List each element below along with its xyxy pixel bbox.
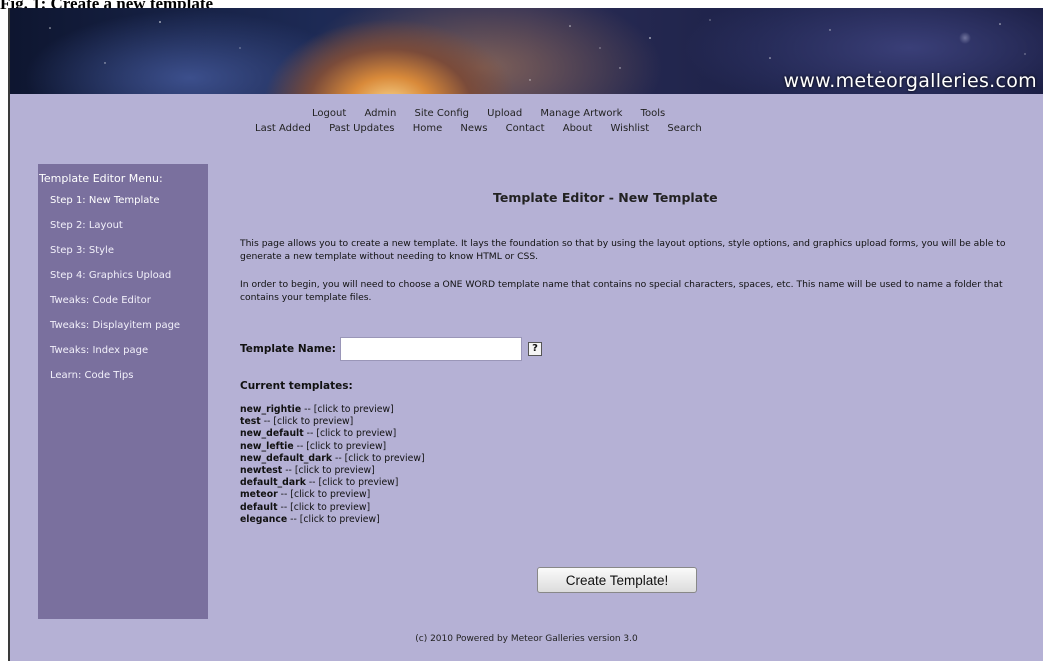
template-editor-sidebar: Template Editor Menu: Step 1: New Templa… [38,164,208,619]
preview-link[interactable]: -- [click to preview] [332,453,425,464]
list-item: newtest -- [click to preview] [240,465,425,477]
template-name: newtest [240,465,283,477]
sidebar-title: Template Editor Menu: [39,172,163,185]
sidebar-item-style[interactable]: Step 3: Style [38,243,208,268]
intro-paragraph: This page allows you to create a new tem… [240,238,1006,262]
template-name: meteor [240,489,278,501]
preview-link[interactable]: -- [click to preview] [278,502,370,513]
template-name-row: Template Name: ? [240,337,542,361]
template-name: elegance [240,513,288,525]
preview-link[interactable]: -- [click to preview] [278,489,371,500]
sidebar-item-code-editor[interactable]: Tweaks: Code Editor [38,293,208,318]
nav-link-logout[interactable]: Logout [312,108,346,119]
nav-row-public: Last Added Past Updates Home News Contac… [255,123,717,134]
nav-link-news[interactable]: News [460,123,487,134]
list-item: new_default -- [click to preview] [240,428,425,440]
nav-link-wishlist[interactable]: Wishlist [611,123,650,134]
sidebar-item-index-page[interactable]: Tweaks: Index page [38,343,208,368]
list-item: new_default_dark -- [click to preview] [240,453,425,465]
template-name: default_dark [240,477,306,489]
nav-link-admin[interactable]: Admin [364,108,396,119]
sidebar-item-code-tips[interactable]: Learn: Code Tips [38,368,208,393]
nav-link-upload[interactable]: Upload [487,108,522,119]
page-content: Logout Admin Site Config Upload Manage A… [10,94,1043,661]
template-list: new_rightie -- [click to preview] test -… [240,404,425,526]
list-item: elegance -- [click to preview] [240,514,425,526]
instructions-paragraph: In order to begin, you will need to choo… [240,279,1003,303]
nav-link-past-updates[interactable]: Past Updates [329,123,394,134]
help-icon[interactable]: ? [527,342,542,356]
list-item: test -- [click to preview] [240,416,425,428]
preview-link[interactable]: -- [click to preview] [287,514,380,525]
site-banner: www.meteorgalleries.com [10,8,1043,94]
nav-link-search[interactable]: Search [667,123,701,134]
template-name-label: Template Name: [240,343,336,355]
nav-link-home[interactable]: Home [413,123,443,134]
sidebar-item-new-template[interactable]: Step 1: New Template [38,193,208,218]
sidebar-item-graphics-upload[interactable]: Step 4: Graphics Upload [38,268,208,293]
sidebar-item-displayitem-page[interactable]: Tweaks: Displayitem page [38,318,208,343]
page-title: Template Editor - New Template [493,190,718,205]
template-name-input[interactable] [339,337,522,361]
create-template-button[interactable]: Create Template! [537,567,697,593]
template-name: new_rightie [240,404,302,415]
list-item: new_leftie -- [click to preview] [240,441,425,453]
list-item: new_rightie -- [click to preview] [240,404,425,416]
preview-link[interactable]: -- [click to preview] [306,477,399,488]
nav-link-manage-artwork[interactable]: Manage Artwork [540,108,622,119]
nav-link-last-added[interactable]: Last Added [255,123,311,134]
current-templates-heading: Current templates: [240,380,353,392]
sidebar-item-layout[interactable]: Step 2: Layout [38,218,208,243]
nav-link-site-config[interactable]: Site Config [415,108,469,119]
site-url: www.meteorgalleries.com [783,70,1037,92]
list-item: default -- [click to preview] [240,502,425,514]
footer-copyright: (c) 2010 Powered by Meteor Galleries ver… [415,634,638,644]
preview-link[interactable]: -- [click to preview] [282,465,375,476]
preview-link[interactable]: -- [click to preview] [294,441,387,452]
nav-link-about[interactable]: About [563,123,593,134]
nav-link-contact[interactable]: Contact [506,123,545,134]
nav-link-tools[interactable]: Tools [641,108,666,119]
list-item: default_dark -- [click to preview] [240,477,425,489]
template-name: new_default [240,428,304,440]
template-name: new_default_dark [240,452,333,464]
nav-row-admin: Logout Admin Site Config Upload Manage A… [312,108,680,119]
template-name: new_leftie [240,440,294,452]
template-name: default [240,501,278,513]
preview-link[interactable]: -- [click to preview] [261,416,354,427]
template-name: test [240,416,261,428]
list-item: meteor -- [click to preview] [240,489,425,501]
preview-link[interactable]: -- [click to preview] [304,428,397,439]
preview-link[interactable]: -- [click to preview] [301,404,394,415]
